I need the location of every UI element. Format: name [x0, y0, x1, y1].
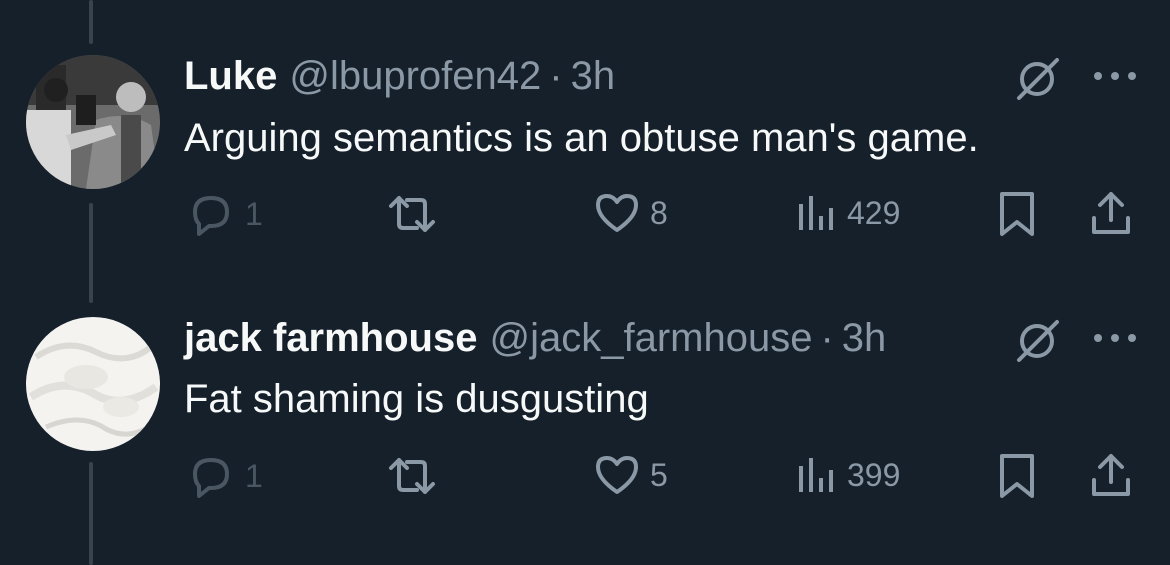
timestamp[interactable]: 3h — [842, 316, 887, 361]
more-icon[interactable] — [1090, 330, 1140, 346]
tweet-header: jack farmhouse @jack_farmhouse · 3h — [184, 316, 886, 361]
heart-icon — [594, 452, 640, 498]
tweet[interactable]: jack farmhouse @jack_farmhouse · 3h Fat … — [0, 280, 1170, 565]
grok-icon[interactable] — [1013, 56, 1061, 102]
share-button[interactable] — [1088, 190, 1134, 238]
retweet-icon — [385, 452, 439, 500]
tweet[interactable]: Luke @lbuprofen42 · 3h Arguing semantics… — [0, 0, 1170, 280]
author-name[interactable]: jack farmhouse — [184, 316, 477, 361]
action-bar: 1 5 399 — [0, 452, 1170, 502]
bookmark-icon — [998, 452, 1036, 500]
views-button[interactable]: 399 — [797, 452, 900, 498]
separator: · — [549, 54, 563, 98]
tweet-text: Fat shaming is dusgusting — [184, 377, 649, 421]
retweet-button[interactable] — [385, 190, 439, 238]
tweet-text: Arguing semantics is an obtuse man's gam… — [184, 116, 979, 160]
like-button[interactable]: 8 — [594, 190, 668, 236]
reply-button[interactable]: 1 — [187, 452, 263, 500]
avatar[interactable] — [26, 317, 160, 451]
avatar[interactable] — [26, 55, 160, 189]
reply-icon — [187, 452, 235, 500]
author-handle[interactable]: @jack_farmhouse — [489, 316, 812, 361]
retweet-icon — [385, 190, 439, 238]
views-button[interactable]: 429 — [797, 190, 900, 236]
share-icon — [1088, 190, 1134, 238]
action-bar: 1 8 429 — [0, 190, 1170, 240]
timestamp[interactable]: 3h — [571, 54, 616, 99]
share-icon — [1088, 452, 1134, 500]
bookmark-button[interactable] — [998, 452, 1036, 500]
avatar-image — [26, 317, 160, 451]
reply-button[interactable]: 1 — [187, 190, 263, 238]
grok-icon[interactable] — [1013, 318, 1061, 364]
more-icon[interactable] — [1090, 68, 1140, 84]
views-icon — [797, 452, 837, 498]
bookmark-icon — [998, 190, 1036, 238]
retweet-button[interactable] — [385, 452, 439, 500]
views-count: 399 — [847, 456, 901, 493]
like-count: 8 — [650, 194, 668, 231]
heart-icon — [594, 190, 640, 236]
bookmark-button[interactable] — [998, 190, 1036, 238]
share-button[interactable] — [1088, 452, 1134, 500]
tweet-header: Luke @lbuprofen42 · 3h — [184, 54, 615, 99]
author-name[interactable]: Luke — [184, 54, 277, 99]
reply-icon — [187, 190, 235, 238]
separator: · — [820, 316, 834, 360]
views-count: 429 — [847, 194, 901, 231]
views-icon — [797, 190, 837, 236]
avatar-image — [26, 55, 160, 189]
author-handle[interactable]: @lbuprofen42 — [289, 54, 541, 99]
like-button[interactable]: 5 — [594, 452, 668, 498]
reply-count: 1 — [245, 457, 263, 494]
reply-count: 1 — [245, 195, 263, 232]
like-count: 5 — [650, 456, 668, 493]
